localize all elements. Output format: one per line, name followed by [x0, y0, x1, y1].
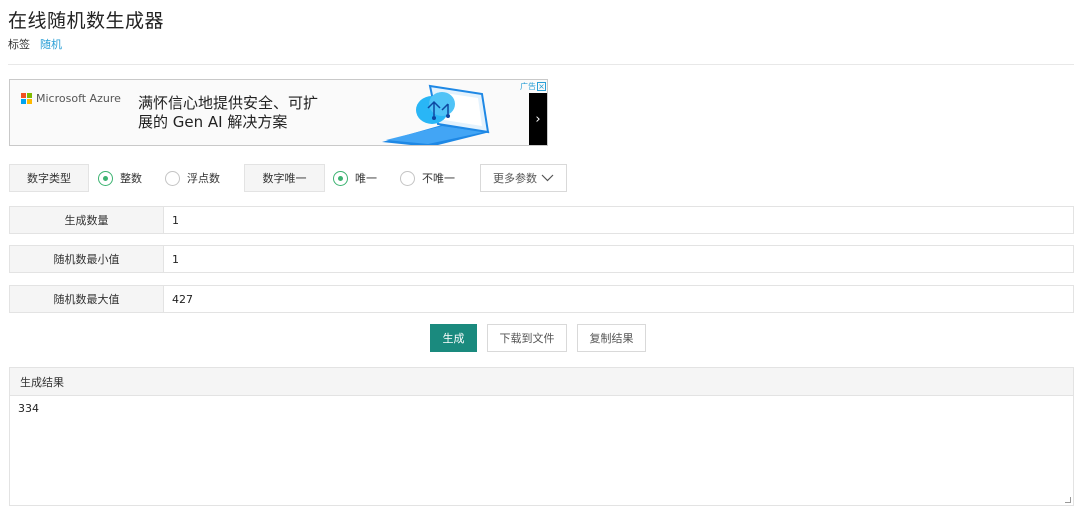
ad-badge-label: 广告	[520, 82, 536, 91]
laptop-cloud-illustration-icon	[382, 84, 490, 145]
generate-button[interactable]: 生成	[430, 324, 477, 352]
radio-checked-icon	[98, 170, 113, 186]
copy-result-button[interactable]: 复制结果	[577, 324, 646, 352]
ad-banner[interactable]: Microsoft Azure 满怀信心地提供安全、可扩 展的 Gen AI 解…	[9, 79, 548, 146]
field-row-count: 生成数量	[9, 206, 1074, 234]
result-panel: 生成结果 334	[9, 367, 1074, 506]
ad-headline: 满怀信心地提供安全、可扩 展的 Gen AI 解决方案	[138, 94, 318, 132]
tag-link-random[interactable]: 随机	[40, 38, 62, 51]
radio-checked-icon	[333, 170, 348, 186]
radio-float[interactable]: 浮点数	[165, 170, 220, 186]
field-row-max: 随机数最大值	[9, 285, 1074, 313]
download-button[interactable]: 下载到文件	[487, 324, 567, 352]
radio-not-unique[interactable]: 不唯一	[400, 170, 455, 186]
header-divider	[8, 64, 1074, 65]
radio-unchecked-icon	[400, 170, 415, 186]
radio-float-label: 浮点数	[187, 172, 220, 185]
more-params-button[interactable]: 更多参数	[480, 164, 567, 192]
max-label: 随机数最大值	[10, 286, 164, 312]
chevron-down-icon	[541, 174, 554, 182]
resize-grip-icon[interactable]	[1065, 497, 1071, 503]
tags-row: 标签 随机	[8, 36, 62, 52]
more-params-label: 更多参数	[493, 172, 537, 185]
result-textarea[interactable]: 334	[10, 396, 1073, 505]
count-label: 生成数量	[10, 207, 164, 233]
radio-integer[interactable]: 整数	[98, 170, 142, 186]
ad-brand: Microsoft Azure	[36, 92, 121, 105]
ad-headline-line1: 满怀信心地提供安全、可扩	[138, 94, 319, 112]
min-label: 随机数最小值	[10, 246, 164, 272]
page-title: 在线随机数生成器	[8, 10, 165, 32]
result-header: 生成结果	[10, 368, 1073, 396]
min-input[interactable]	[164, 246, 1073, 272]
radio-integer-label: 整数	[120, 172, 142, 185]
field-row-min: 随机数最小值	[9, 245, 1074, 273]
tags-label: 标签	[8, 38, 30, 51]
count-input[interactable]	[164, 207, 1073, 233]
ad-headline-line2: 展的 Gen AI 解决方案	[138, 113, 288, 131]
radio-not-unique-label: 不唯一	[422, 172, 455, 185]
unique-label: 数字唯一	[244, 164, 325, 192]
radio-unchecked-icon	[165, 170, 180, 186]
microsoft-windows-icon	[21, 93, 32, 104]
radio-unique-label: 唯一	[355, 172, 377, 185]
max-input[interactable]	[164, 286, 1073, 312]
chevron-right-icon[interactable]: ›	[529, 93, 547, 145]
number-type-label: 数字类型	[9, 164, 89, 192]
microsoft-logo: Microsoft Azure	[21, 92, 121, 105]
close-icon[interactable]: ×	[537, 82, 546, 91]
ad-badge[interactable]: 广告 ×	[520, 81, 546, 92]
radio-unique[interactable]: 唯一	[333, 170, 377, 186]
